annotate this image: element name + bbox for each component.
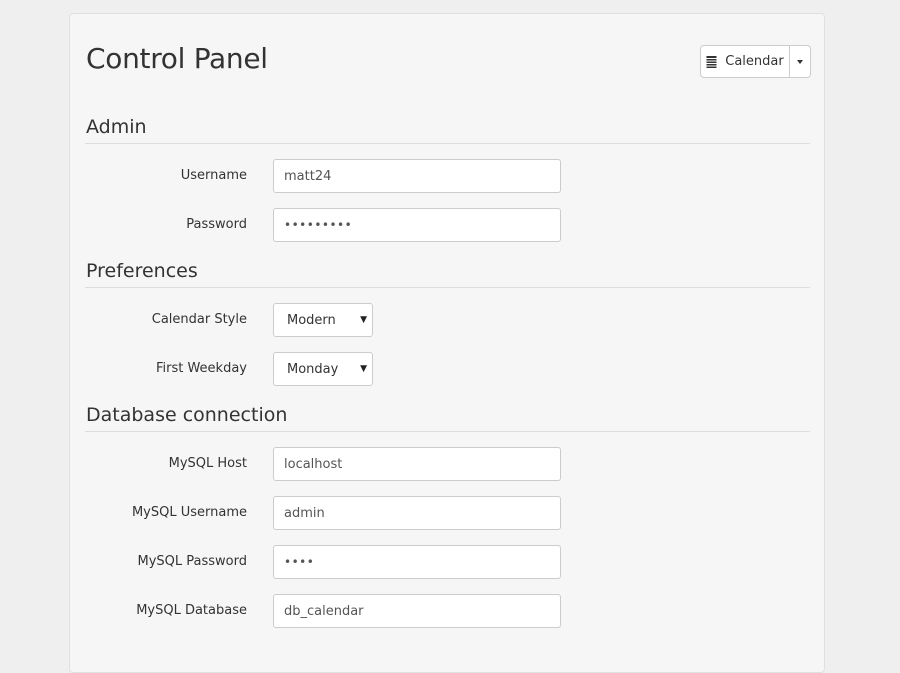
calendar-button[interactable]: Calendar bbox=[700, 45, 790, 78]
username-label: Username bbox=[180, 168, 247, 183]
first-weekday-select[interactable]: Monday ▼ bbox=[273, 352, 373, 386]
section-title-preferences: Preferences bbox=[86, 260, 198, 282]
password-label: Password bbox=[186, 217, 247, 232]
section-title-admin: Admin bbox=[86, 116, 147, 138]
mysql-password-label: MySQL Password bbox=[137, 554, 248, 569]
mysql-username-label: MySQL Username bbox=[131, 505, 247, 520]
calendar-style-select[interactable]: Modern ▼ bbox=[273, 303, 373, 337]
calendar-button-group: Calendar bbox=[700, 45, 811, 78]
calendar-style-label: Calendar Style bbox=[151, 312, 247, 327]
mysql-host-input[interactable]: localhost bbox=[273, 447, 561, 481]
caret-down-icon bbox=[797, 59, 803, 64]
page-title: Control Panel bbox=[86, 42, 268, 75]
password-input[interactable]: ••••••••• bbox=[273, 208, 561, 242]
divider bbox=[85, 287, 810, 288]
first-weekday-label: First Weekday bbox=[155, 361, 247, 376]
calendar-style-value: Modern bbox=[287, 312, 336, 328]
divider bbox=[85, 143, 810, 144]
mysql-username-input[interactable]: admin bbox=[273, 496, 561, 530]
mysql-host-label: MySQL Host bbox=[168, 456, 247, 471]
calendar-dropdown-toggle[interactable] bbox=[790, 45, 811, 78]
calendar-button-label: Calendar bbox=[725, 54, 784, 69]
section-title-database: Database connection bbox=[86, 404, 288, 426]
control-panel: Control Panel Calendar Admin Username ma… bbox=[69, 13, 825, 673]
select-arrow-icon: ▼ bbox=[360, 315, 367, 325]
username-input[interactable]: matt24 bbox=[273, 159, 561, 193]
divider bbox=[85, 431, 810, 432]
mysql-password-input[interactable]: •••• bbox=[273, 545, 561, 579]
select-arrow-icon: ▼ bbox=[360, 364, 367, 374]
mysql-database-label: MySQL Database bbox=[136, 603, 247, 618]
mysql-database-input[interactable]: db_calendar bbox=[273, 594, 561, 628]
first-weekday-value: Monday bbox=[287, 361, 339, 377]
calendar-icon bbox=[706, 55, 717, 68]
